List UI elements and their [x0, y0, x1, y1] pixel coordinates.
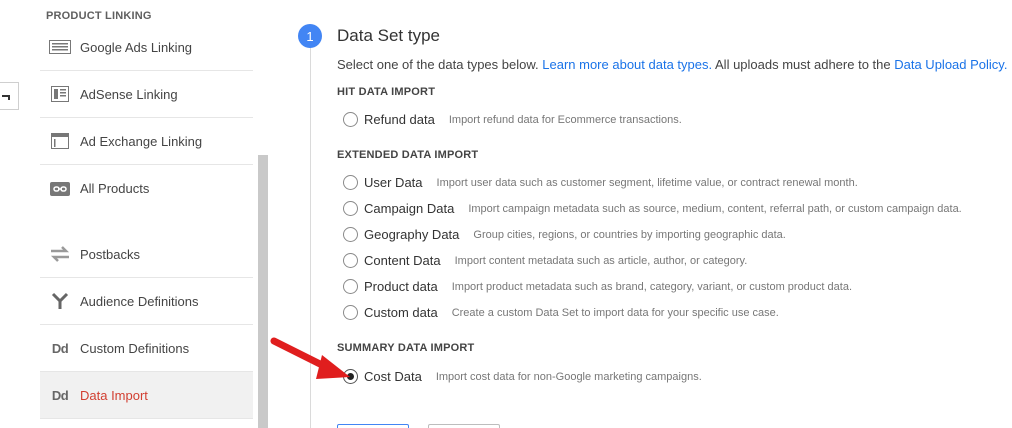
sidebar-item-audience-definitions[interactable]: Audience Definitions	[40, 278, 253, 325]
radio-button[interactable]	[343, 201, 358, 216]
sidebar-item-label: Ad Exchange Linking	[80, 133, 203, 149]
option-cost-data[interactable]: Cost Data Import cost data for non-Googl…	[343, 369, 702, 384]
option-hint: Import content metadata such as article,…	[454, 254, 748, 267]
dd-icon: Dd	[40, 388, 80, 403]
audience-icon	[40, 292, 80, 310]
dd-glyph: Dd	[51, 340, 69, 356]
sidebar-item-postbacks[interactable]: Postbacks	[40, 231, 253, 278]
next-step-button[interactable]	[337, 424, 409, 428]
option-hint: Create a custom Data Set to import data …	[451, 306, 779, 319]
radio-button[interactable]	[343, 175, 358, 190]
sidebar-item-label: Custom Definitions	[80, 340, 190, 356]
admin-sidebar: PRODUCT LINKING Google Ads Linking AdSen…	[40, 0, 253, 428]
sidebar-item-label: AdSense Linking	[80, 86, 178, 102]
option-hint: Import refund data for Ecommerce transac…	[448, 113, 682, 126]
option-hint: Import user data such as customer segmen…	[436, 176, 858, 189]
collapse-panel-button[interactable]	[0, 82, 19, 110]
sidebar-item-label: Google Ads Linking	[80, 39, 193, 55]
collapse-icon-part	[8, 95, 10, 100]
option-content-data[interactable]: Content Data Import content metadata suc…	[343, 253, 747, 268]
sidebar-item-label: All Products	[80, 181, 150, 196]
sidebar-item-label: Audience Definitions	[80, 293, 199, 309]
sidebar-scrollbar[interactable]	[258, 155, 268, 428]
option-name: Geography Data	[364, 227, 460, 242]
sidebar-item-adsense-linking[interactable]: AdSense Linking	[40, 71, 253, 118]
ad-exchange-icon	[40, 133, 80, 149]
option-custom-data[interactable]: Custom data Create a custom Data Set to …	[343, 305, 779, 320]
google-ads-icon	[40, 40, 80, 54]
sidebar-item-custom-definitions[interactable]: Dd Custom Definitions	[40, 325, 253, 372]
adsense-icon	[40, 86, 80, 102]
option-hint: Import campaign metadata such as source,…	[468, 202, 962, 215]
desc-text: Select one of the data types below.	[337, 57, 543, 72]
radio-button[interactable]	[343, 279, 358, 294]
option-name: Refund data	[364, 112, 435, 127]
option-user-data[interactable]: User Data Import user data such as custo…	[343, 175, 858, 190]
option-product-data[interactable]: Product data Import product metadata suc…	[343, 279, 852, 294]
option-refund-data[interactable]: Refund data Import refund data for Ecomm…	[343, 112, 682, 127]
option-name: Product data	[364, 279, 438, 294]
option-name: Cost Data	[364, 369, 422, 384]
radio-button[interactable]	[343, 112, 358, 127]
sidebar-item-google-ads-linking[interactable]: Google Ads Linking	[40, 24, 253, 71]
sidebar-item-label: Postbacks	[80, 246, 140, 262]
option-name: User Data	[364, 175, 423, 190]
option-hint: Group cities, regions, or countries by i…	[473, 228, 786, 241]
cancel-button[interactable]	[428, 424, 500, 428]
step-number-badge: 1	[298, 24, 322, 48]
option-geography-data[interactable]: Geography Data Group cities, regions, or…	[343, 227, 786, 242]
radio-button[interactable]	[343, 305, 358, 320]
radio-button[interactable]	[343, 227, 358, 242]
dd-glyph: Dd	[51, 387, 69, 403]
radio-button[interactable]	[343, 253, 358, 268]
left-gutter	[0, 0, 40, 428]
option-hint: Import cost data for non-Google marketin…	[435, 370, 702, 383]
sidebar-item-label: Data Import	[80, 387, 148, 403]
section-title: PRODUCT LINKING	[46, 10, 152, 22]
group-heading-extended: EXTENDED DATA IMPORT	[337, 149, 479, 161]
learn-more-link[interactable]: Learn more about data types.	[542, 57, 712, 72]
option-name: Custom data	[364, 305, 438, 320]
option-name: Campaign Data	[364, 201, 455, 216]
group-heading-hit: HIT DATA IMPORT	[337, 86, 436, 98]
sidebar-item-data-import[interactable]: Dd Data Import	[40, 372, 253, 419]
desc-text: All uploads must adhere to the	[712, 57, 895, 72]
postbacks-icon	[40, 245, 80, 263]
data-set-type-step: 1 Data Set type Select one of the data t…	[268, 0, 1012, 428]
annotation-arrow-icon	[270, 337, 350, 379]
sidebar-item-all-products[interactable]: All Products	[40, 165, 253, 212]
step-description: Select one of the data types below. Lear…	[337, 57, 1007, 72]
link-icon	[40, 181, 80, 196]
option-campaign-data[interactable]: Campaign Data Import campaign metadata s…	[343, 201, 962, 216]
option-hint: Import product metadata such as brand, c…	[451, 280, 852, 293]
option-name: Content Data	[364, 253, 441, 268]
step-title: Data Set type	[337, 26, 441, 45]
sidebar-item-ad-exchange-linking[interactable]: Ad Exchange Linking	[40, 118, 253, 165]
data-upload-policy-link[interactable]: Data Upload Policy.	[894, 57, 1007, 72]
dd-icon: Dd	[40, 341, 80, 356]
